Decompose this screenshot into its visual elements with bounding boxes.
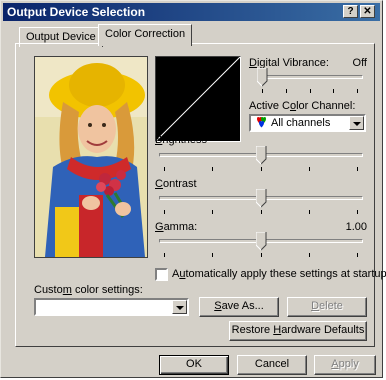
custom-settings-label: Custom color settings: — [34, 284, 143, 296]
restore-hardware-defaults-button[interactable]: Restore Hardware Defaults — [229, 321, 367, 341]
chevron-down-icon — [176, 306, 184, 310]
slider-tick — [357, 167, 358, 171]
title-bar[interactable]: Output Device Selection ? ✕ — [3, 3, 380, 21]
selected-channel: All channels — [271, 117, 331, 129]
girl-with-flowers-image — [35, 57, 147, 257]
preview-image — [34, 56, 148, 258]
slider-thumb[interactable] — [255, 188, 267, 208]
gamma-curve-graph — [155, 56, 241, 142]
rgb-hearts-icon — [253, 116, 269, 132]
chevron-down-icon — [353, 122, 361, 126]
slider-tick — [164, 167, 165, 171]
close-icon: ✕ — [363, 6, 372, 17]
slider-tick — [285, 89, 287, 93]
color-curve-preview — [155, 56, 241, 142]
slider-tick — [262, 89, 263, 93]
tab-label: Output Device — [26, 31, 96, 43]
help-button[interactable]: ? — [343, 5, 358, 18]
tab-color-correction[interactable]: Color Correction — [98, 24, 193, 46]
slider-tick — [357, 89, 358, 93]
slider-tick — [164, 210, 165, 214]
slider-tick — [309, 89, 311, 93]
brightness-slider[interactable] — [155, 145, 367, 171]
slider-tick — [308, 253, 310, 257]
delete-button[interactable]: Delete — [287, 297, 367, 317]
slider-tick — [212, 210, 214, 214]
slider-tick — [164, 253, 165, 257]
contrast-slider[interactable] — [155, 188, 367, 214]
channel-dropdown-button[interactable] — [349, 116, 364, 130]
slider-tick — [212, 167, 214, 171]
dialog-window: Output Device Selection ? ✕ Output Devic… — [0, 0, 386, 378]
slider-thumb[interactable] — [255, 145, 267, 165]
ok-button[interactable]: OK — [159, 355, 229, 375]
help-icon: ? — [347, 6, 354, 17]
slider-tick — [308, 210, 310, 214]
slider-tick — [260, 253, 262, 257]
auto-apply-label[interactable]: Automatically apply these settings at st… — [172, 268, 386, 280]
slider-tick — [212, 253, 214, 257]
auto-apply-checkbox[interactable] — [155, 268, 168, 281]
slider-tick — [333, 89, 335, 93]
slider-thumb[interactable] — [256, 67, 268, 87]
slider-tick — [357, 210, 358, 214]
custom-settings-dropdown-button[interactable] — [172, 300, 187, 314]
save-as-button[interactable]: Save As... — [199, 297, 279, 317]
tab-label: Color Correction — [105, 28, 186, 40]
custom-settings-select[interactable] — [34, 298, 189, 316]
gamma-slider[interactable] — [155, 231, 367, 257]
active-color-channel-label: Active Color Channel: — [249, 100, 356, 112]
digital-vibrance-slider[interactable] — [253, 67, 367, 93]
slider-tick — [357, 253, 358, 257]
slider-tick — [260, 210, 262, 214]
slider-thumb[interactable] — [255, 231, 267, 251]
close-button[interactable]: ✕ — [360, 5, 375, 18]
active-color-channel-select[interactable]: All channels — [249, 114, 366, 132]
cancel-button[interactable]: Cancel — [237, 355, 307, 375]
apply-button[interactable]: Apply — [314, 355, 376, 375]
window-title: Output Device Selection — [7, 5, 146, 19]
slider-tick — [260, 167, 262, 171]
slider-tick — [308, 167, 310, 171]
slider-track[interactable] — [257, 75, 363, 79]
